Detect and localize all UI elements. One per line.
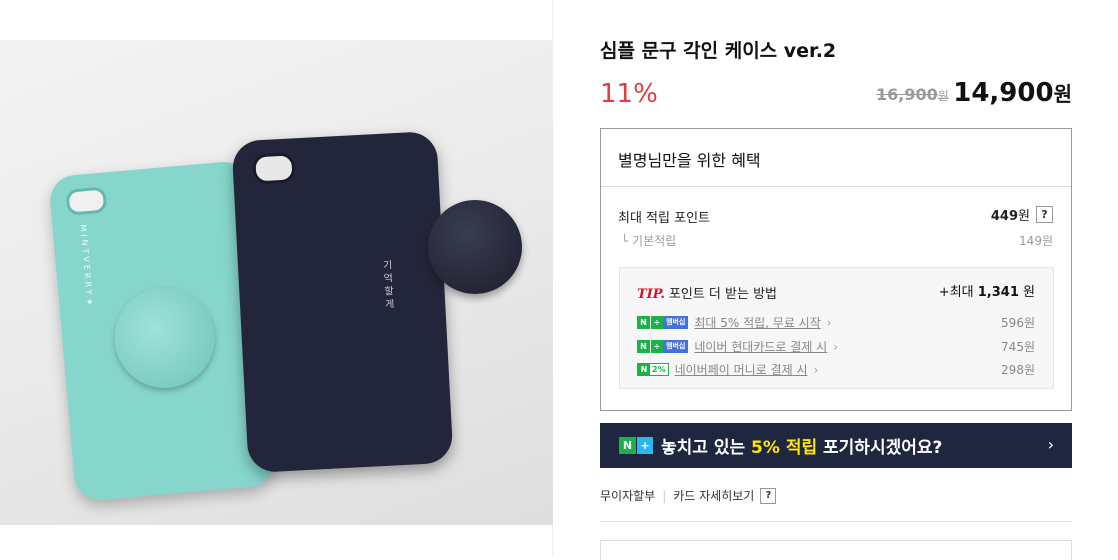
- naver-plus-icon: N +: [619, 437, 653, 454]
- section-divider: [600, 521, 1072, 522]
- help-icon[interactable]: ?: [760, 487, 777, 504]
- max-points-label: 최대 적립 포인트: [618, 211, 710, 226]
- tip-item-hyundai-card[interactable]: N + 멤버십 네이버 현대카드로 결제 시 ›: [637, 338, 838, 355]
- tip-box: TIP. 포인트 더 받는 방법 +최대 1,341 원 N + 멤버십 최대 5% …: [619, 267, 1054, 389]
- product-image-panel: MINTVERRY★ 기억할게: [0, 0, 553, 555]
- original-price: 16,900원: [876, 85, 949, 104]
- discount-rate: 11%: [600, 79, 658, 109]
- card-detail-link[interactable]: 카드 자세히보기: [673, 487, 754, 504]
- product-photo[interactable]: MINTVERRY★ 기억할게: [0, 40, 553, 525]
- product-title: 심플 문구 각인 케이스 ver.2: [600, 40, 837, 62]
- tip-total: +최대 1,341 원: [939, 281, 1035, 300]
- tip-item-label[interactable]: 네이버 현대카드로 결제 시: [694, 338, 827, 355]
- tip-item-value: 596원: [1001, 316, 1035, 330]
- naver-plus-membership-badge: N + 멤버십: [637, 340, 689, 353]
- tip-item-membership[interactable]: N + 멤버십 최대 5% 적립, 무료 시작 ›: [637, 314, 832, 331]
- mint-grip-tok: [110, 283, 219, 392]
- max-points-value: 449원 ?: [991, 205, 1053, 224]
- chevron-right-icon: ›: [833, 339, 839, 354]
- tip-total-value: 1,341: [977, 285, 1019, 300]
- navy-grip-tok: [428, 200, 522, 294]
- camera-cutout: [65, 186, 108, 216]
- benefit-header: 별명님만을 위한 혜택: [601, 129, 1071, 187]
- banner-text: 놓치고 있는 5% 적립 포기하시겠어요?: [661, 438, 943, 458]
- benefit-box: 별명님만을 위한 혜택 최대 적립 포인트 449원 ? └ 기본적립 149원…: [600, 128, 1072, 411]
- sale-price: 14,900원: [953, 78, 1072, 108]
- divider: |: [662, 488, 667, 503]
- chevron-right-icon: ›: [813, 362, 819, 377]
- max-points-number: 449: [990, 209, 1019, 224]
- chevron-right-icon: ›: [1047, 435, 1054, 454]
- installment-link[interactable]: 무이자할부: [600, 487, 655, 504]
- payment-links: 무이자할부 | 카드 자세히보기 ?: [600, 487, 777, 504]
- tip-heading: TIP. 포인트 더 받는 방법: [637, 283, 777, 302]
- max-points-unit: 원: [1018, 209, 1030, 224]
- basic-points-label: └ 기본적립: [621, 234, 677, 248]
- tip-item-value: 745원: [1001, 340, 1035, 354]
- navy-phone-case: 기억할게: [231, 130, 454, 474]
- camera-cutout: [252, 152, 296, 185]
- tip-total-unit: 원: [1023, 285, 1035, 300]
- mint-case-text: MINTVERRY★: [78, 224, 95, 310]
- tip-item-label[interactable]: 최대 5% 적립, 무료 시작: [694, 314, 820, 331]
- naverpay-2pct-badge: N 2%: [637, 363, 669, 376]
- chevron-right-icon: ›: [826, 315, 832, 330]
- sale-price-unit: 원: [1053, 82, 1072, 106]
- option-select-box[interactable]: [600, 540, 1072, 560]
- membership-promo-banner[interactable]: N + 놓치고 있는 5% 적립 포기하시겠어요? ›: [600, 423, 1072, 468]
- tip-total-prefix: +최대: [938, 285, 974, 300]
- tip-item-label[interactable]: 네이버페이 머니로 결제 시: [675, 361, 808, 378]
- navy-case-text: 기억할게: [379, 259, 394, 312]
- help-icon[interactable]: ?: [1036, 206, 1053, 223]
- tip-item-naverpay-money[interactable]: N 2% 네이버페이 머니로 결제 시 ›: [637, 361, 818, 378]
- tip-word: TIP.: [637, 287, 665, 302]
- naver-plus-membership-badge: N + 멤버십: [637, 316, 689, 329]
- original-price-value: 16,900: [876, 85, 938, 104]
- tip-item-value: 298원: [1001, 363, 1035, 377]
- tip-heading-text: 포인트 더 받는 방법: [668, 287, 777, 302]
- original-price-unit: 원: [937, 89, 949, 103]
- banner-highlight: 5% 적립: [751, 438, 818, 458]
- basic-points-value: 149원: [1019, 234, 1053, 248]
- sale-price-value: 14,900: [953, 78, 1054, 108]
